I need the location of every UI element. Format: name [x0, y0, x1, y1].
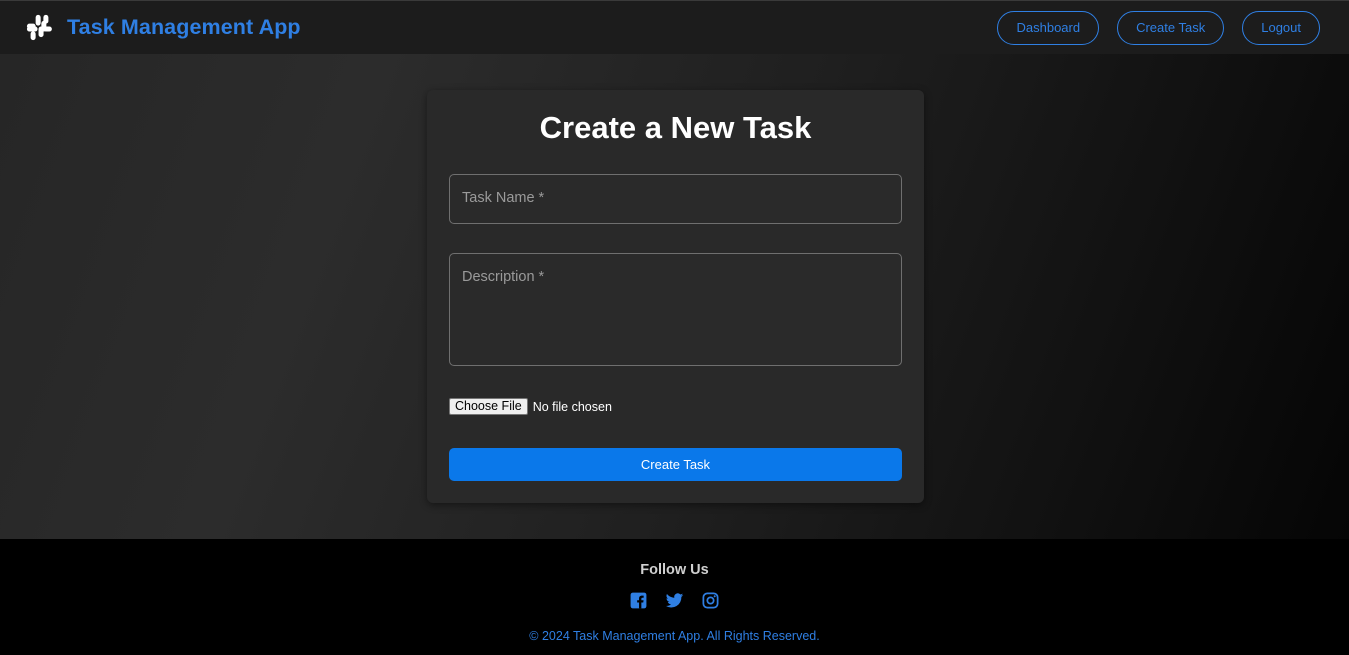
- follow-us-heading: Follow Us: [640, 562, 709, 578]
- app-title: Task Management App: [67, 15, 301, 39]
- task-name-input[interactable]: Task Name *: [449, 174, 902, 224]
- instagram-icon[interactable]: [701, 591, 720, 610]
- footer: Follow Us © 2024 Task Management App. Al…: [0, 539, 1349, 655]
- create-task-card: Create a New Task Task Name * Descriptio…: [427, 90, 924, 503]
- task-name-placeholder: Task Name *: [462, 190, 545, 206]
- create-task-submit-button[interactable]: Create Task: [449, 448, 902, 481]
- choose-file-button[interactable]: Choose File: [449, 398, 528, 415]
- slack-logo-icon: [26, 14, 52, 41]
- file-upload: Choose File No file chosen: [449, 398, 612, 415]
- brand[interactable]: Task Management App: [25, 13, 301, 42]
- description-placeholder: Description *: [462, 269, 545, 285]
- create-task-nav-button[interactable]: Create Task: [1117, 10, 1225, 45]
- description-textarea[interactable]: Description *: [449, 253, 902, 366]
- twitter-icon[interactable]: [665, 591, 684, 610]
- social-links: [0, 591, 1349, 610]
- navbar: Task Management App Dashboard Create Tas…: [0, 0, 1349, 54]
- nav-links: Dashboard Create Task Logout: [997, 10, 1320, 45]
- logout-button[interactable]: Logout: [1242, 10, 1320, 45]
- page-title: Create a New Task: [539, 110, 812, 145]
- copyright-text: © 2024 Task Management App. All Rights R…: [529, 629, 820, 643]
- facebook-icon[interactable]: [629, 591, 648, 610]
- main-content: Create a New Task Task Name * Descriptio…: [0, 54, 1349, 539]
- dashboard-button[interactable]: Dashboard: [997, 10, 1100, 45]
- file-status: No file chosen: [532, 399, 612, 414]
